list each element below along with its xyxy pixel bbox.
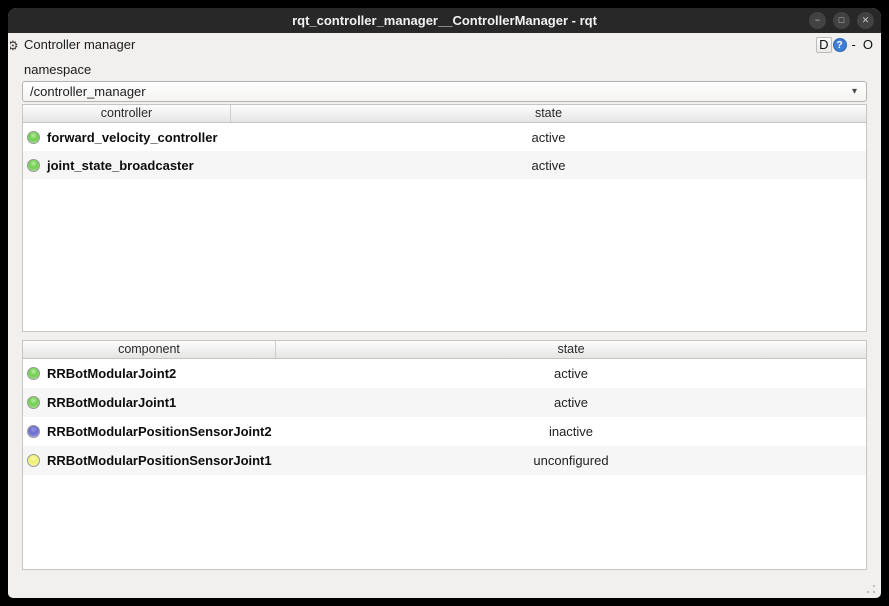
namespace-label: namespace (24, 62, 881, 77)
purple-led-status-icon (27, 425, 40, 438)
table-row[interactable]: RRBotModularJoint1 active (23, 388, 866, 417)
column-header-controller[interactable]: controller (23, 105, 231, 122)
help-icon[interactable]: ? (833, 38, 847, 52)
minimize-button[interactable]: − (809, 12, 826, 29)
chevron-down-icon: ▾ (852, 86, 857, 97)
green-led-status-icon (27, 159, 40, 172)
resize-grip[interactable] (866, 584, 876, 594)
column-header-component[interactable]: component (23, 341, 276, 358)
row-name-label: forward_velocity_controller (47, 130, 218, 145)
row-name-cell: RRBotModularJoint2 (23, 366, 276, 381)
plugin-title: Controller manager (24, 37, 135, 52)
column-header-state[interactable]: state (231, 105, 866, 122)
controllers-table-body: forward_velocity_controlleractivejoint_s… (23, 123, 866, 179)
controllers-table-header: controller state (23, 105, 866, 123)
row-state-value: active (231, 130, 866, 145)
column-header-state[interactable]: state (276, 341, 866, 358)
table-row[interactable]: RRBotModularPositionSensorJoint2 inactive (23, 417, 866, 446)
green-led-status-icon (27, 131, 40, 144)
plugin-dock-titlebar[interactable]: ⚙ Controller manager D ? - O (8, 33, 881, 56)
row-name-cell: RRBotModularPositionSensorJoint1 (23, 453, 276, 468)
row-name-cell: RRBotModularPositionSensorJoint2 (23, 424, 276, 439)
window-titlebar[interactable]: rqt_controller_manager__ControllerManage… (8, 8, 881, 33)
green-led-status-icon (27, 396, 40, 409)
plugin-gear-icon: ⚙ (10, 37, 21, 53)
dock-float-button[interactable]: O (861, 37, 875, 52)
table-row[interactable]: RRBotModularJoint2 active (23, 359, 866, 388)
table-row[interactable]: RRBotModularPositionSensorJoint1 unconfig… (23, 446, 866, 475)
namespace-combobox[interactable]: /controller_manager ▾ (22, 81, 867, 102)
controllers-table: controller state forward_velocity_contro… (22, 104, 867, 332)
row-name-cell: RRBotModularJoint1 (23, 395, 276, 410)
dock-minimize-button[interactable]: - (850, 37, 858, 52)
row-state-value: active (276, 395, 866, 410)
green-led-status-icon (27, 367, 40, 380)
row-name-cell: joint_state_broadcaster (23, 158, 231, 173)
row-name-label: RRBotModularJoint1 (47, 395, 176, 410)
row-name-label: RRBotModularJoint2 (47, 366, 176, 381)
yellow-led-status-icon (27, 454, 40, 467)
components-table: component state RRBotModularJoint2 active… (22, 340, 867, 570)
row-state-value: unconfigured (276, 453, 866, 468)
close-button[interactable]: ✕ (857, 12, 874, 29)
row-state-value: inactive (276, 424, 866, 439)
row-name-label: RRBotModularPositionSensorJoint1 (47, 453, 272, 468)
window-title: rqt_controller_manager__ControllerManage… (292, 13, 597, 28)
row-name-cell: forward_velocity_controller (23, 130, 231, 145)
row-state-value: active (231, 158, 866, 173)
dock-d-button[interactable]: D (816, 37, 831, 53)
dock-buttons: D ? - O (816, 37, 875, 53)
namespace-selected-value: /controller_manager (30, 84, 146, 99)
table-row[interactable]: forward_velocity_controller active (23, 123, 866, 151)
row-name-label: joint_state_broadcaster (47, 158, 194, 173)
row-name-label: RRBotModularPositionSensorJoint2 (47, 424, 272, 439)
components-table-body: RRBotModularJoint2activeRRBotModularJoin… (23, 359, 866, 475)
maximize-button[interactable]: □ (833, 12, 850, 29)
table-row[interactable]: joint_state_broadcaster active (23, 151, 866, 179)
components-table-header: component state (23, 341, 866, 359)
rqt-window: rqt_controller_manager__ControllerManage… (8, 8, 881, 598)
window-controls: − □ ✕ (809, 8, 874, 33)
row-state-value: active (276, 366, 866, 381)
